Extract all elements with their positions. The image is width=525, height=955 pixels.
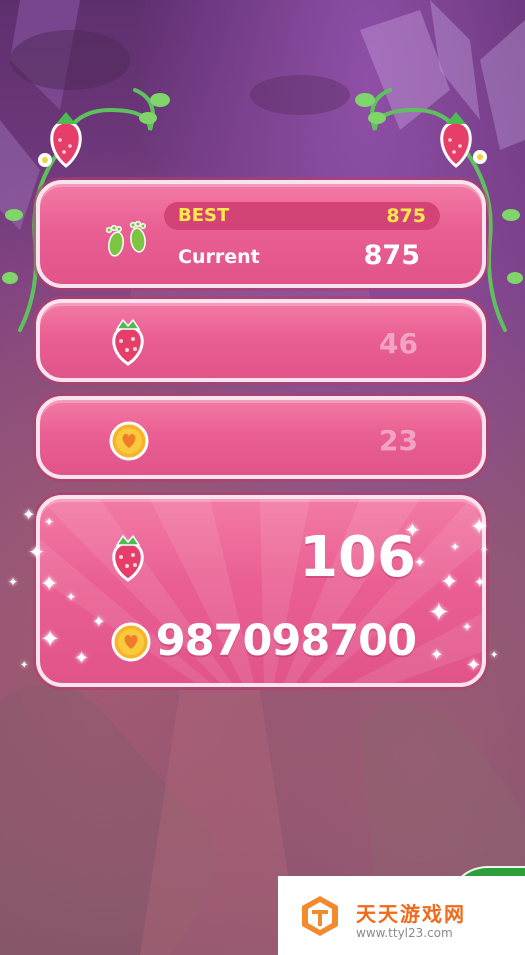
current-label: Current — [178, 246, 260, 268]
watermark-logo-icon — [302, 896, 338, 936]
best-score-bar: BEST 875 — [164, 202, 440, 230]
watermark-banner: 天天游戏网 www.ttyl23.com — [278, 876, 525, 955]
heart-coin-icon — [111, 622, 151, 662]
sparkle-icon: ✦ — [40, 625, 61, 653]
heart-coin-icon — [109, 421, 149, 461]
total-coins-value: 987098700 — [155, 616, 417, 666]
sparkle-icon: ✦ — [74, 648, 90, 669]
best-value: 875 — [386, 205, 426, 227]
sparkle-icon: ✦ — [404, 518, 421, 542]
sparkle-icon: ✦ — [462, 620, 473, 634]
sparkle-icon: ✦ — [474, 575, 486, 591]
sparkle-icon: ✦ — [470, 515, 489, 540]
coins-panel: 23 — [36, 396, 486, 479]
sparkle-icon: ✦ — [490, 650, 499, 661]
distance-panel: BEST 875 Current 875 — [36, 180, 486, 288]
strawberries-value: 46 — [379, 327, 418, 360]
sparkle-icon: ✦ — [480, 545, 489, 556]
sparkle-icon: ✦ — [44, 515, 55, 529]
sparkle-icon: ✦ — [40, 572, 59, 597]
sparkle-icon: ✦ — [430, 645, 444, 664]
strawberry-icon — [112, 318, 144, 366]
sparkle-icon: ✦ — [28, 540, 45, 564]
sparkle-icon: ✦ — [450, 540, 461, 554]
footprints-icon — [105, 220, 146, 257]
watermark-title: 天天游戏网 — [356, 902, 466, 926]
sparkle-icon: ✦ — [428, 598, 450, 628]
sparkle-icon: ✦ — [466, 655, 482, 676]
best-label: BEST — [178, 205, 230, 226]
sparkle-icon: ✦ — [8, 575, 19, 589]
strawberries-panel: 46 — [36, 299, 486, 382]
coins-value: 23 — [379, 424, 418, 457]
current-value: 875 — [363, 240, 420, 271]
sparkle-icon: ✦ — [92, 612, 106, 631]
sparkle-icon: ✦ — [440, 570, 459, 595]
strawberry-icon — [112, 534, 144, 582]
sparkle-icon: ✦ — [414, 555, 426, 571]
total-strawberries-value: 106 — [299, 525, 416, 590]
sparkle-icon: ✦ — [22, 505, 36, 524]
sparkle-icon: ✦ — [66, 590, 77, 604]
watermark-url: www.ttyl23.com — [356, 926, 453, 940]
sparkle-icon: ✦ — [20, 660, 29, 671]
